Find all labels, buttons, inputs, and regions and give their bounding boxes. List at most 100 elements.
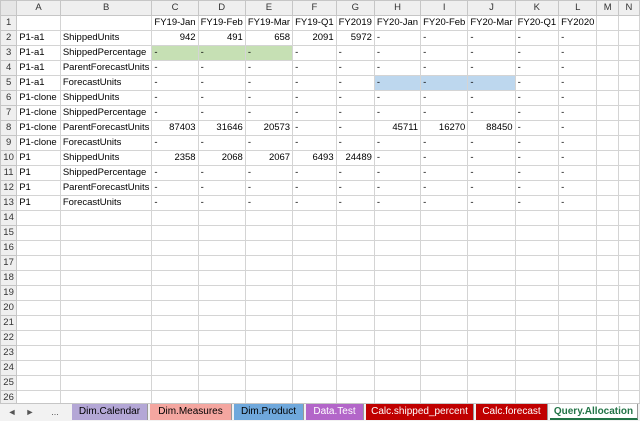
cell-h3[interactable]: - [373,45,422,61]
cell-b14[interactable] [59,210,153,226]
cell-i22[interactable] [420,330,469,346]
cell-d17[interactable] [197,255,246,271]
cell-a23[interactable] [16,345,61,361]
cell-e8[interactable]: 20573 [244,120,294,136]
cell-k8[interactable]: - [514,120,560,136]
cell-e3[interactable]: - [244,45,294,61]
cell-e19[interactable] [244,285,294,301]
cell-c6[interactable]: - [151,90,199,106]
column-header-h[interactable]: H [373,0,422,16]
cell-b22[interactable] [59,330,153,346]
cell-c5[interactable]: - [151,75,199,91]
cell-c2[interactable]: 942 [151,30,199,46]
cell-d10[interactable]: 2068 [197,150,246,166]
cell-n22[interactable] [617,330,640,346]
cell-n7[interactable] [617,105,640,121]
cell-g7[interactable]: - [335,105,375,121]
cell-a11[interactable]: P1 [16,165,61,181]
cell-d12[interactable]: - [197,180,246,196]
cell-h21[interactable] [373,315,422,331]
cell-b5[interactable]: ForecastUnits [59,75,153,91]
cell-i24[interactable] [420,360,469,376]
cell-g16[interactable] [335,240,375,256]
cell-i14[interactable] [420,210,469,226]
cell-a17[interactable] [16,255,61,271]
cell-k12[interactable]: - [514,180,560,196]
cell-j13[interactable]: - [467,195,516,211]
cell-m4[interactable] [596,60,619,76]
cell-m13[interactable] [596,195,619,211]
cell-m12[interactable] [596,180,619,196]
cell-h13[interactable]: - [373,195,422,211]
cell-l17[interactable] [558,255,598,271]
cell-c17[interactable] [151,255,199,271]
cell-c21[interactable] [151,315,199,331]
cell-g25[interactable] [335,375,375,391]
cell-c10[interactable]: 2358 [151,150,199,166]
cell-j24[interactable] [467,360,516,376]
cell-a13[interactable]: P1 [16,195,61,211]
column-header-e[interactable]: E [244,0,294,16]
cell-m11[interactable] [596,165,619,181]
cell-k18[interactable] [514,270,560,286]
cell-l14[interactable] [558,210,598,226]
cell-c4[interactable]: - [151,60,199,76]
cell-h9[interactable]: - [373,135,422,151]
column-header-m[interactable]: M [596,0,619,16]
row-header-22[interactable]: 22 [0,330,18,346]
cell-c20[interactable] [151,300,199,316]
cell-h23[interactable] [373,345,422,361]
cell-l3[interactable]: - [558,45,598,61]
cell-c15[interactable] [151,225,199,241]
cell-g15[interactable] [335,225,375,241]
cell-j9[interactable]: - [467,135,516,151]
cell-d1[interactable]: FY19-Feb [197,15,246,31]
sheet-tab-data-test[interactable]: Data.Test [306,404,364,420]
cell-e15[interactable] [244,225,294,241]
cell-l23[interactable] [558,345,598,361]
cell-j10[interactable]: - [467,150,516,166]
cell-c11[interactable]: - [151,165,199,181]
cell-c16[interactable] [151,240,199,256]
cell-b23[interactable] [59,345,153,361]
cell-h15[interactable] [373,225,422,241]
cell-e16[interactable] [244,240,294,256]
cell-g23[interactable] [335,345,375,361]
cell-g6[interactable]: - [335,90,375,106]
spreadsheet-grid[interactable]: ABCDEFGHIJKLMN 1 FY19-Jan FY19-Feb FY19-Mar… [0,0,640,406]
cell-a4[interactable]: P1-a1 [16,60,61,76]
row-header-23[interactable]: 23 [0,345,18,361]
row-header-1[interactable]: 1 [0,15,18,31]
cell-j5[interactable]: - [467,75,516,91]
cell-k20[interactable] [514,300,560,316]
row-header-24[interactable]: 24 [0,360,18,376]
cell-a16[interactable] [16,240,61,256]
cell-f7[interactable]: - [292,105,337,121]
cell-h11[interactable]: - [373,165,422,181]
cell-i16[interactable] [420,240,469,256]
cell-k24[interactable] [514,360,560,376]
cell-d19[interactable] [197,285,246,301]
cell-b16[interactable] [59,240,153,256]
cell-b6[interactable]: ShippedUnits [59,90,153,106]
cell-m21[interactable] [596,315,619,331]
cell-b20[interactable] [59,300,153,316]
cell-j23[interactable] [467,345,516,361]
cell-f25[interactable] [292,375,337,391]
cell-l16[interactable] [558,240,598,256]
cell-c25[interactable] [151,375,199,391]
cell-i21[interactable] [420,315,469,331]
cell-d2[interactable]: 491 [197,30,246,46]
cell-j22[interactable] [467,330,516,346]
cell-m22[interactable] [596,330,619,346]
row-header-20[interactable]: 20 [0,300,18,316]
cell-a9[interactable]: P1-clone [16,135,61,151]
cell-l10[interactable]: - [558,150,598,166]
cell-n5[interactable] [617,75,640,91]
cell-e9[interactable]: - [244,135,294,151]
cell-n25[interactable] [617,375,640,391]
cell-l6[interactable]: - [558,90,598,106]
cell-d21[interactable] [197,315,246,331]
cell-d13[interactable]: - [197,195,246,211]
cell-h4[interactable]: - [373,60,422,76]
